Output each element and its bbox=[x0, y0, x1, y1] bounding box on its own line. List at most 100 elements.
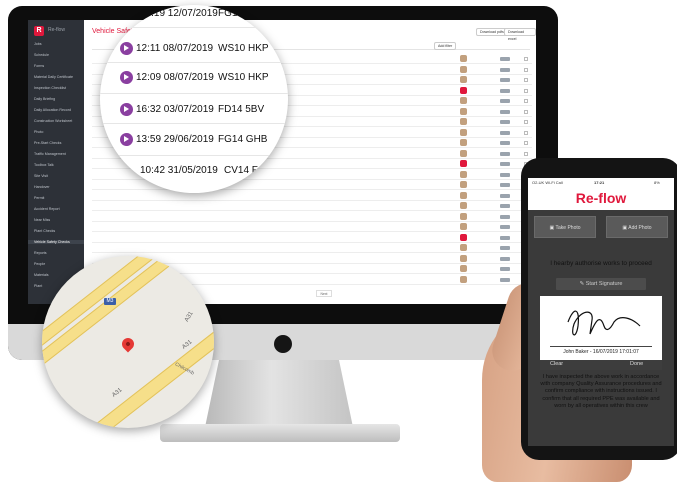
table-row[interactable] bbox=[92, 212, 532, 222]
sidebar-item[interactable]: Vehicle Safety Checks bbox=[28, 240, 84, 244]
a31-label-1: A31 bbox=[184, 310, 195, 324]
sidebar-item[interactable]: Reports bbox=[34, 251, 47, 255]
row-checkbox[interactable] bbox=[524, 57, 528, 61]
sidebar: R Re-flow Jobs Schedule Forms Material Dail… bbox=[28, 20, 84, 304]
sidebar-item[interactable]: Materials bbox=[34, 273, 49, 277]
sidebar-item[interactable]: Accident Report bbox=[34, 207, 60, 211]
row-checkbox[interactable] bbox=[524, 141, 528, 145]
monitor-stand-neck bbox=[204, 360, 354, 432]
row-divider bbox=[100, 27, 288, 28]
status-badge bbox=[500, 109, 510, 114]
play-icon[interactable] bbox=[120, 71, 133, 84]
play-icon[interactable] bbox=[120, 103, 133, 116]
form-body: ▣ Take Photo ▣ Add Photo I hearby author… bbox=[528, 210, 674, 446]
status-badge bbox=[500, 151, 510, 156]
status-battery: 8% bbox=[654, 180, 660, 185]
sidebar-item[interactable]: Daily Briefing bbox=[34, 97, 55, 101]
table-row[interactable] bbox=[92, 201, 532, 211]
avatar bbox=[460, 160, 467, 167]
zoom-row-datetime: 13:59 29/06/2019 bbox=[136, 134, 214, 145]
map-pin-icon[interactable] bbox=[119, 335, 137, 353]
m3-road-shield: M3 bbox=[104, 298, 116, 305]
zoom-row[interactable]: 13:59 29/06/2019 FG14 GHB bbox=[100, 127, 288, 154]
status-badge bbox=[500, 162, 510, 166]
sidebar-item[interactable]: Jobs bbox=[34, 42, 42, 46]
table-row[interactable] bbox=[92, 222, 532, 232]
avatar bbox=[460, 149, 467, 157]
sidebar-item[interactable]: Plant bbox=[34, 284, 42, 288]
zoom-row-datetime: 10:42 31/05/2019 bbox=[140, 165, 218, 176]
app-logo: Re-flow bbox=[575, 190, 627, 206]
brand-name: Re-flow bbox=[48, 27, 65, 33]
row-checkbox[interactable] bbox=[524, 67, 528, 72]
sidebar-item[interactable]: Schedule bbox=[34, 53, 49, 57]
sidebar-item[interactable]: Photo bbox=[34, 130, 43, 134]
table-row[interactable] bbox=[92, 191, 532, 201]
sidebar-item[interactable]: People bbox=[34, 262, 45, 266]
location-map-magnifier[interactable]: M3 A31 A31 A31 Chilcomb bbox=[42, 256, 214, 428]
avatar bbox=[460, 139, 467, 146]
row-checkbox[interactable] bbox=[524, 88, 528, 93]
zoom-row[interactable]: 10:42 31/05/2019 CV14 F bbox=[100, 158, 288, 185]
phone-screen: O2-UK Wi-Fi Call 17:21 8% Re-flow ▣ Take… bbox=[528, 178, 674, 446]
zoomed-table-magnifier: 10:19 12/07/2019 FG14 G 12:11 08/07/2019… bbox=[100, 5, 288, 193]
avatar bbox=[460, 181, 467, 188]
play-icon[interactable] bbox=[120, 42, 133, 55]
avatar bbox=[460, 55, 467, 62]
avatar bbox=[460, 86, 467, 94]
sidebar-item[interactable]: Permit bbox=[34, 196, 44, 200]
avatar bbox=[460, 233, 467, 241]
download-pdfs-button[interactable]: Download pdfs bbox=[476, 28, 508, 36]
sidebar-item[interactable]: Pre-Start Checks bbox=[34, 141, 61, 145]
status-badge bbox=[500, 57, 510, 61]
avatar bbox=[460, 118, 467, 125]
monitor-stand-base bbox=[160, 424, 400, 442]
sidebar-item[interactable]: Material Daily Certificate bbox=[34, 75, 73, 79]
zoom-row-registration: FG14 GHB bbox=[218, 134, 268, 145]
monitor-power-dot bbox=[274, 335, 292, 353]
sidebar-item[interactable]: Site Visit bbox=[34, 174, 48, 178]
row-checkbox[interactable] bbox=[524, 151, 528, 156]
row-checkbox[interactable] bbox=[524, 109, 528, 114]
play-icon[interactable] bbox=[120, 133, 133, 146]
download-excel-button[interactable]: Download excel bbox=[504, 28, 536, 41]
row-checkbox[interactable] bbox=[524, 120, 528, 124]
sidebar-item[interactable]: Inspection Checklist bbox=[34, 86, 66, 90]
table-row[interactable] bbox=[92, 233, 532, 243]
row-checkbox[interactable] bbox=[524, 130, 528, 135]
zoom-row-registration: WS10 HKP bbox=[218, 43, 269, 54]
sidebar-item[interactable]: Plant Checks bbox=[34, 229, 55, 233]
status-badge bbox=[500, 88, 510, 93]
add-filter-button[interactable]: Add filter bbox=[434, 42, 457, 50]
zoom-row[interactable]: 12:09 08/07/2019 WS10 HKP bbox=[100, 65, 288, 92]
avatar bbox=[460, 128, 467, 136]
sidebar-item[interactable]: Toolbox Talk bbox=[34, 163, 54, 167]
sidebar-item[interactable]: Near Miss bbox=[34, 218, 50, 222]
sidebar-item[interactable]: Handover bbox=[34, 185, 50, 189]
status-badge bbox=[500, 78, 510, 82]
avatar bbox=[460, 107, 467, 115]
pagination-next-button[interactable]: Next bbox=[316, 290, 332, 297]
zoom-row[interactable]: 16:32 03/07/2019 FD14 5BV bbox=[100, 97, 288, 124]
row-checkbox[interactable] bbox=[524, 99, 528, 103]
avatar bbox=[460, 97, 467, 104]
brand-logo[interactable]: R bbox=[34, 26, 44, 36]
zoom-row-datetime: 12:09 08/07/2019 bbox=[136, 72, 214, 83]
zoom-row-datetime: 10:19 12/07/2019 bbox=[140, 8, 218, 19]
zoom-row-registration: FG14 G bbox=[218, 8, 254, 19]
sidebar-item[interactable]: Traffic Management bbox=[34, 152, 66, 156]
zoom-row[interactable]: 12:11 08/07/2019 WS10 HKP bbox=[100, 36, 288, 63]
status-badge bbox=[500, 235, 510, 240]
status-badge bbox=[500, 225, 510, 229]
status-badge bbox=[500, 141, 510, 145]
zoom-row-datetime: 16:32 03/07/2019 bbox=[136, 104, 214, 115]
row-checkbox[interactable] bbox=[524, 78, 528, 82]
avatar bbox=[460, 170, 467, 178]
sidebar-item[interactable]: Daily Allocation Record bbox=[34, 108, 71, 112]
zoom-row[interactable]: 10:19 12/07/2019 FG14 G bbox=[100, 5, 288, 28]
sidebar-item[interactable]: Forms bbox=[34, 64, 44, 68]
sidebar-item[interactable]: Construction Worksheet bbox=[34, 119, 72, 123]
status-badge bbox=[500, 214, 510, 219]
zoom-row-registration: WS10 HKP bbox=[218, 72, 269, 83]
row-divider bbox=[100, 93, 288, 94]
